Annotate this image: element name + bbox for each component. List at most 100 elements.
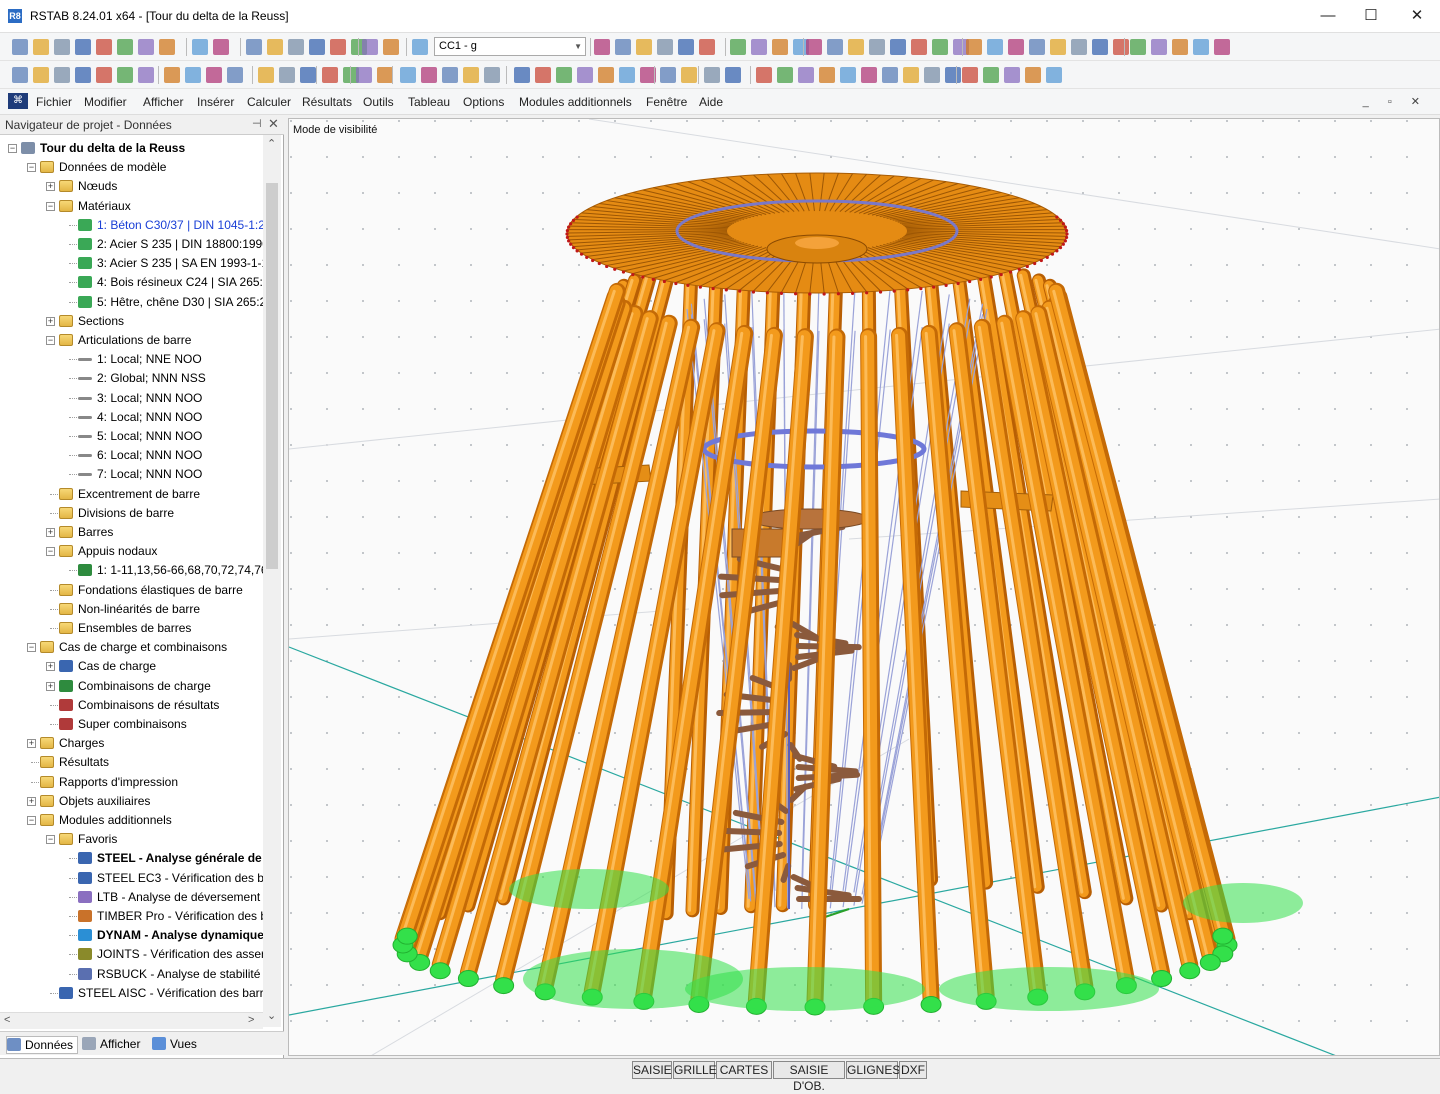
- toolbar-button[interactable]: [983, 67, 999, 83]
- toolbar-button[interactable]: [267, 39, 283, 55]
- tree-item[interactable]: +Cas de charge: [0, 657, 263, 676]
- toolbar-button[interactable]: [962, 67, 978, 83]
- tree-item[interactable]: +Nœuds: [0, 177, 263, 196]
- toolbar-button[interactable]: [848, 39, 864, 55]
- toolbar-button[interactable]: [772, 39, 788, 55]
- tree-item[interactable]: JOINTS - Vérification des asser: [0, 945, 263, 964]
- toolbar-button[interactable]: [987, 39, 1003, 55]
- pin-icon[interactable]: ⊣: [252, 117, 262, 130]
- tree-item[interactable]: Divisions de barre: [0, 504, 263, 523]
- tree-item[interactable]: 4: Bois résineux C24 | SIA 265:2: [0, 273, 263, 292]
- collapse-icon[interactable]: −: [8, 144, 17, 153]
- toolbar-button[interactable]: [54, 67, 70, 83]
- toolbar-button[interactable]: [227, 67, 243, 83]
- toolbar-button[interactable]: [1029, 39, 1045, 55]
- tab-vues[interactable]: Vues: [152, 1036, 197, 1054]
- collapse-icon[interactable]: −: [27, 643, 36, 652]
- scroll-left-icon[interactable]: <: [4, 1014, 10, 1026]
- collapse-icon[interactable]: −: [27, 816, 36, 825]
- close-icon[interactable]: ✕: [268, 116, 279, 132]
- toolbar-button[interactable]: [1050, 39, 1066, 55]
- toolbar-button[interactable]: [322, 67, 338, 83]
- toolbar-button[interactable]: [1214, 39, 1230, 55]
- toolbar-button[interactable]: [704, 67, 720, 83]
- toolbar-button[interactable]: [751, 39, 767, 55]
- toolbar-button[interactable]: [827, 39, 843, 55]
- tree-item[interactable]: Rapports d'impression: [0, 773, 263, 792]
- toolbar-button[interactable]: [138, 67, 154, 83]
- tree-item[interactable]: Non-linéarités de barre: [0, 600, 263, 619]
- tree-item[interactable]: 3: Local; NNN NOO: [0, 389, 263, 408]
- toolbar-button[interactable]: [890, 39, 906, 55]
- vertical-scrollbar[interactable]: ⌃ ⌄: [263, 135, 281, 1027]
- collapse-icon[interactable]: −: [27, 163, 36, 172]
- toolbar-button[interactable]: [869, 39, 885, 55]
- toolbar-button[interactable]: [33, 39, 49, 55]
- tree-item[interactable]: 2: Acier S 235 | DIN 18800:1990-: [0, 235, 263, 254]
- toolbar-button[interactable]: [484, 67, 500, 83]
- toolbar-button[interactable]: [164, 67, 180, 83]
- toolbar-button[interactable]: [1071, 39, 1087, 55]
- tree-item[interactable]: STEEL EC3 - Vérification des ba: [0, 869, 263, 888]
- toolbar-button[interactable]: [138, 39, 154, 55]
- horizontal-scrollbar[interactable]: < >: [0, 1012, 263, 1029]
- maximize-button[interactable]: ☐: [1348, 0, 1394, 32]
- toolbar-button[interactable]: [54, 39, 70, 55]
- scroll-up-icon[interactable]: ⌃: [267, 137, 276, 150]
- toolbar-button[interactable]: [12, 39, 28, 55]
- toolbar-button[interactable]: [300, 67, 316, 83]
- toolbar-button[interactable]: [206, 67, 222, 83]
- toolbar-button[interactable]: [619, 67, 635, 83]
- toolbar-button[interactable]: [383, 39, 399, 55]
- toolbar-button[interactable]: [192, 39, 208, 55]
- toolbar-button[interactable]: [75, 39, 91, 55]
- tree-item[interactable]: DYNAM - Analyse dynamique: [0, 926, 263, 945]
- toolbar-button[interactable]: [966, 39, 982, 55]
- toolbar-button[interactable]: [725, 67, 741, 83]
- toolbar-button[interactable]: [377, 67, 393, 83]
- tree-item[interactable]: −Tour du delta de la Reuss: [0, 139, 263, 158]
- toolbar-button[interactable]: [882, 67, 898, 83]
- tree-item[interactable]: RSBUCK - Analyse de stabilité: [0, 965, 263, 984]
- menu-options[interactable]: Options: [463, 95, 504, 109]
- tower-model-3d[interactable]: [289, 119, 1440, 1056]
- toolbar-button[interactable]: [1092, 39, 1108, 55]
- tree-item[interactable]: +Objets auxiliaires: [0, 792, 263, 811]
- tree-item[interactable]: +Barres: [0, 523, 263, 542]
- toolbar-button[interactable]: [463, 67, 479, 83]
- tree-item[interactable]: +Combinaisons de charge: [0, 677, 263, 696]
- menu-fenetre[interactable]: Fenêtre: [646, 95, 687, 109]
- tab-donnees[interactable]: Données: [6, 1036, 78, 1054]
- status-glignes[interactable]: GLIGNES: [846, 1061, 898, 1079]
- expand-icon[interactable]: +: [46, 317, 55, 326]
- close-button[interactable]: ✕: [1394, 0, 1440, 32]
- toolbar-button[interactable]: [75, 67, 91, 83]
- toolbar-button[interactable]: [945, 67, 961, 83]
- toolbar-button[interactable]: [1025, 67, 1041, 83]
- toolbar-button[interactable]: [279, 67, 295, 83]
- load-case-select[interactable]: CC1 - g ▼: [434, 37, 586, 56]
- toolbar-button[interactable]: [442, 67, 458, 83]
- collapse-icon[interactable]: −: [46, 202, 55, 211]
- tree-item[interactable]: STEEL - Analyse générale de c: [0, 849, 263, 868]
- scroll-right-icon[interactable]: >: [248, 1014, 254, 1026]
- collapse-icon[interactable]: −: [46, 547, 55, 556]
- toolbar-button[interactable]: [96, 39, 112, 55]
- toolbar-button[interactable]: [861, 67, 877, 83]
- toolbar-button[interactable]: [777, 67, 793, 83]
- tree-item[interactable]: 1: 1-11,13,56-66,68,70,72,74,76,: [0, 561, 263, 580]
- toolbar-button[interactable]: [681, 67, 697, 83]
- chevron-down-icon[interactable]: ▼: [574, 38, 582, 55]
- toolbar-button[interactable]: [309, 39, 325, 55]
- expand-icon[interactable]: +: [46, 662, 55, 671]
- toolbar-button[interactable]: [556, 67, 572, 83]
- toolbar-button[interactable]: [903, 67, 919, 83]
- collapse-icon[interactable]: −: [46, 835, 55, 844]
- toolbar-button[interactable]: [246, 39, 262, 55]
- toolbar-button[interactable]: [756, 67, 772, 83]
- status-cartes[interactable]: CARTES: [716, 1061, 772, 1079]
- toolbar-button[interactable]: [117, 39, 133, 55]
- tree-item[interactable]: Combinaisons de résultats: [0, 696, 263, 715]
- menu-aide[interactable]: Aide: [699, 95, 723, 109]
- status-saisie[interactable]: SAISIE: [632, 1061, 672, 1079]
